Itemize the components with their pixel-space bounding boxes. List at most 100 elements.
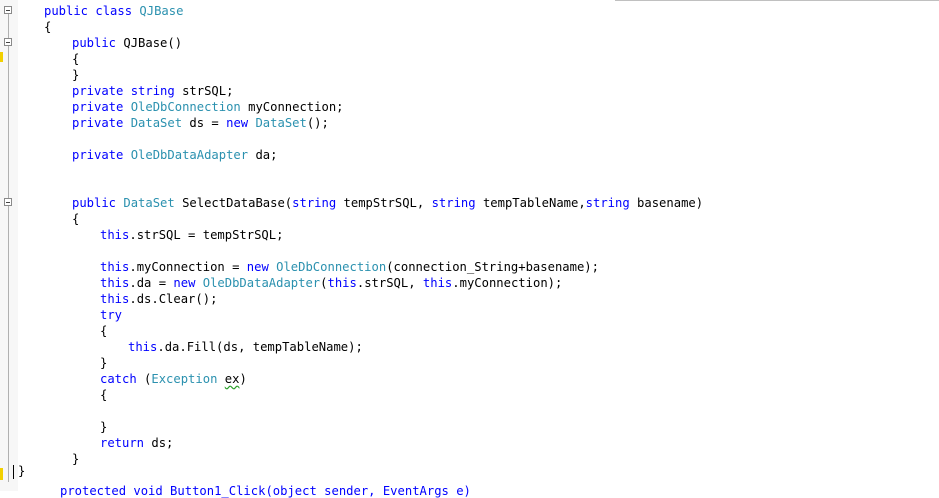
code-token: tempStrSQL, (336, 196, 432, 210)
code-line[interactable]: { (44, 19, 51, 35)
code-line[interactable]: catch (Exception ex) (100, 371, 247, 387)
code-line[interactable]: } (72, 67, 79, 83)
outlining-margin (0, 0, 18, 491)
code-token: .strSQL = tempStrSQL; (129, 228, 284, 242)
code-token: ds = (182, 116, 227, 130)
code-line[interactable]: this.strSQL = tempStrSQL; (100, 227, 283, 243)
code-token: { (100, 324, 108, 338)
type-token: Exception (151, 372, 218, 386)
keyword-token: new (173, 276, 203, 290)
code-line[interactable]: } (100, 355, 107, 371)
code-token: { (72, 212, 80, 226)
keyword-token: this (327, 276, 357, 290)
collapse-icon[interactable] (4, 38, 12, 46)
code-line[interactable]: } (72, 451, 79, 467)
code-line[interactable]: public class QJBase (44, 3, 183, 19)
keyword-token: string (292, 196, 337, 210)
keyword-token: new (246, 260, 277, 274)
code-token: } (72, 68, 80, 82)
editor-top-edge (615, 0, 939, 3)
keyword-token: this (128, 340, 158, 354)
keyword-token: this (100, 260, 130, 274)
type-token: OleDbConnection (276, 260, 387, 274)
code-line[interactable]: { (100, 323, 107, 339)
keyword-token: public class (44, 4, 140, 18)
code-token: { (44, 20, 52, 34)
code-token: QJBase() (123, 36, 183, 50)
keyword-token: private (72, 100, 131, 114)
keyword-token: public (72, 36, 124, 50)
code-token: tempTableName, (475, 196, 586, 210)
type-token: DataSet (255, 116, 307, 130)
code-line[interactable]: try (100, 307, 122, 323)
keyword-token: string (585, 196, 630, 210)
type-token: OleDbDataAdapter (202, 276, 321, 290)
code-line[interactable]: { (72, 51, 79, 67)
code-token: ) (239, 372, 247, 386)
code-token: } (100, 420, 108, 434)
code-token: .ds.Clear(); (129, 292, 218, 306)
code-line[interactable]: public DataSet SelectDataBase(string tem… (72, 195, 703, 211)
type-token: OleDbDataAdapter (130, 148, 249, 162)
code-token: (connection_String+basename); (386, 260, 599, 274)
code-line[interactable]: this.da.Fill(ds, tempTableName); (128, 339, 363, 355)
code-token: { (72, 52, 80, 66)
code-token: strSQL; (182, 84, 234, 98)
keyword-token: try (100, 308, 123, 322)
code-token: .myConnection = (129, 260, 247, 274)
collapse-icon[interactable] (4, 198, 12, 206)
type-token: QJBase (139, 4, 184, 18)
code-token: .myConnection); (452, 276, 563, 290)
code-token: .strSQL, (356, 276, 423, 290)
keyword-token: private (72, 116, 131, 130)
type-token: DataSet (123, 196, 175, 210)
keyword-token: private string (72, 84, 183, 98)
code-line[interactable]: { (72, 211, 79, 227)
type-token: OleDbConnection (130, 100, 241, 114)
code-line[interactable]: public QJBase() (72, 35, 182, 51)
code-token: (); (306, 116, 329, 130)
code-line[interactable]: private string strSQL; (72, 83, 233, 99)
keyword-token: public (72, 196, 124, 210)
code-token: myConnection; (240, 100, 344, 114)
code-line[interactable]: return ds; (100, 435, 173, 451)
code-line[interactable]: private OleDbConnection myConnection; (72, 99, 344, 115)
code-line[interactable]: this.da = new OleDbDataAdapter(this.strS… (100, 275, 562, 291)
code-token: .da.Fill(ds, tempTableName); (157, 340, 363, 354)
type-token: DataSet (130, 116, 183, 130)
code-line[interactable]: this.myConnection = new OleDbConnection(… (100, 259, 599, 275)
changed-line-marker (0, 468, 3, 480)
warning-token: ex (224, 372, 240, 386)
keyword-token: this (100, 276, 130, 290)
code-line[interactable]: private OleDbDataAdapter da; (72, 147, 277, 163)
code-token: ( (320, 276, 328, 290)
partially-visible-code-line: protected void Button1_Click(object send… (60, 484, 471, 498)
keyword-token: return (100, 436, 152, 450)
code-token: basename) (629, 196, 704, 210)
code-token: .da = (129, 276, 174, 290)
keyword-token: private (72, 148, 131, 162)
closing-brace: } (18, 464, 26, 478)
code-line[interactable]: } (100, 419, 107, 435)
keyword-token: catch (100, 372, 145, 386)
changed-line-marker (0, 52, 3, 62)
outline-guide (8, 14, 9, 482)
keyword-token: new (226, 116, 256, 130)
code-line[interactable]: { (100, 387, 107, 403)
code-token: ds; (151, 436, 174, 450)
code-editor[interactable]: public class QJBase{public QJBase(){} pri… (0, 0, 939, 498)
keyword-token: this (422, 276, 453, 290)
code-token: } (72, 452, 80, 466)
code-token: } (100, 356, 108, 370)
keyword-token: string (431, 196, 476, 210)
code-token: SelectDataBase( (174, 196, 293, 210)
text-caret (13, 465, 14, 479)
keyword-token: this (100, 228, 130, 242)
code-line[interactable]: private DataSet ds = new DataSet(); (72, 115, 329, 131)
collapse-icon[interactable] (4, 6, 12, 14)
code-token: { (100, 388, 108, 402)
code-token: da; (248, 148, 278, 162)
code-line[interactable]: this.ds.Clear(); (100, 291, 217, 307)
keyword-token: this (100, 292, 130, 306)
